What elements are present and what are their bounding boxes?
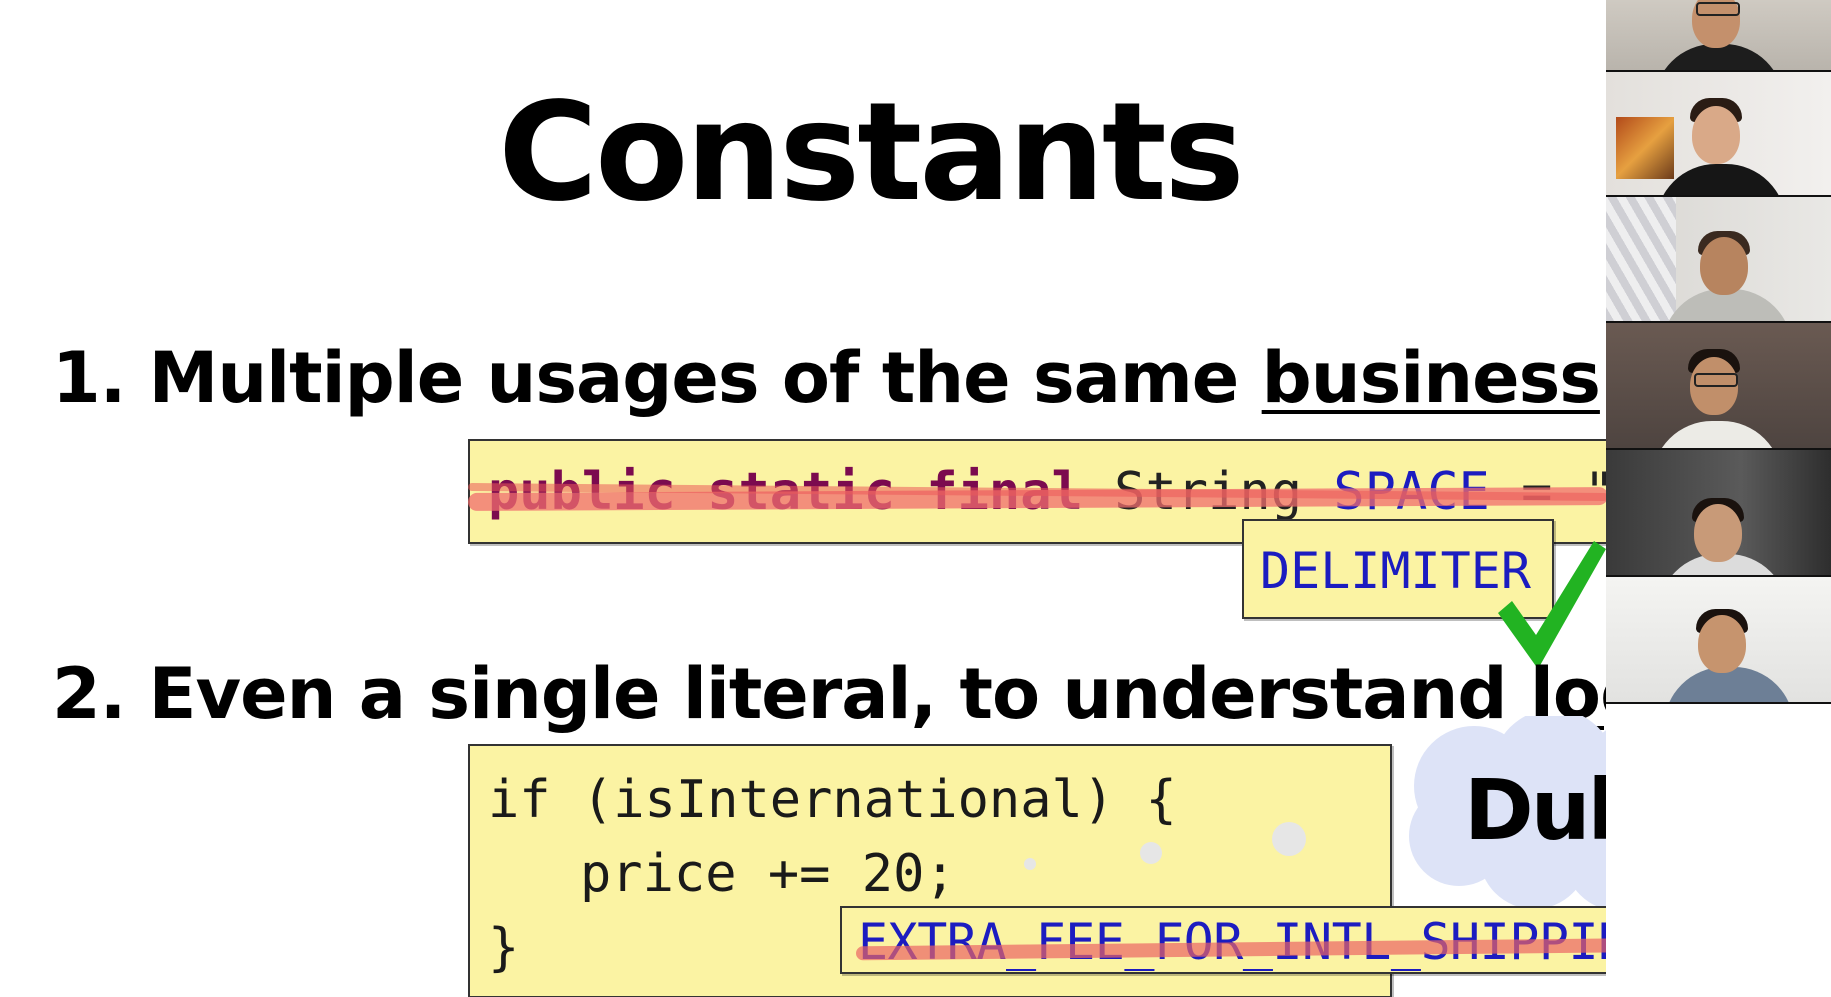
decorative-dot <box>1140 842 1162 864</box>
participant-tile[interactable] <box>1606 197 1831 323</box>
point1-underlined: business <box>1261 337 1601 419</box>
participant-tile[interactable] <box>1606 577 1831 704</box>
participant-tile[interactable] <box>1606 72 1831 197</box>
decorative-dot <box>1024 858 1036 870</box>
participant-head <box>1692 106 1740 164</box>
participant-tile[interactable] <box>1606 450 1831 577</box>
wall-painting <box>1616 117 1674 179</box>
curtain <box>1606 197 1676 321</box>
participant-head <box>1698 615 1746 673</box>
participant-tile[interactable] <box>1606 323 1831 450</box>
code-line-close: } <box>488 918 520 978</box>
decorative-dot <box>1272 822 1306 856</box>
participant-tile[interactable] <box>1606 0 1831 72</box>
code-line-if: if (isInternational) { <box>488 770 1177 830</box>
duh-bubble-text: Duh!! <box>1464 761 1606 859</box>
presentation-slide: Constants 1. Multiple usages of the same… <box>0 0 1606 997</box>
point1-prefix: 1. Multiple usages of the same <box>52 337 1262 419</box>
point-multiple-usages: 1. Multiple usages of the same business … <box>52 343 1606 413</box>
point2-prefix: 2. Even a single literal, to understand <box>52 653 1530 735</box>
participant-head <box>1700 237 1748 295</box>
code-line-price: price += 20; <box>580 844 956 904</box>
glasses-icon <box>1694 373 1738 387</box>
sidebar-empty-area <box>1606 704 1831 997</box>
glasses-icon <box>1696 2 1740 16</box>
participant-video-strip <box>1606 0 1831 997</box>
point-single-literal: 2. Even a single literal, to understand … <box>52 659 1606 729</box>
slide-title: Constants <box>498 74 1245 232</box>
participant-head <box>1694 504 1742 562</box>
